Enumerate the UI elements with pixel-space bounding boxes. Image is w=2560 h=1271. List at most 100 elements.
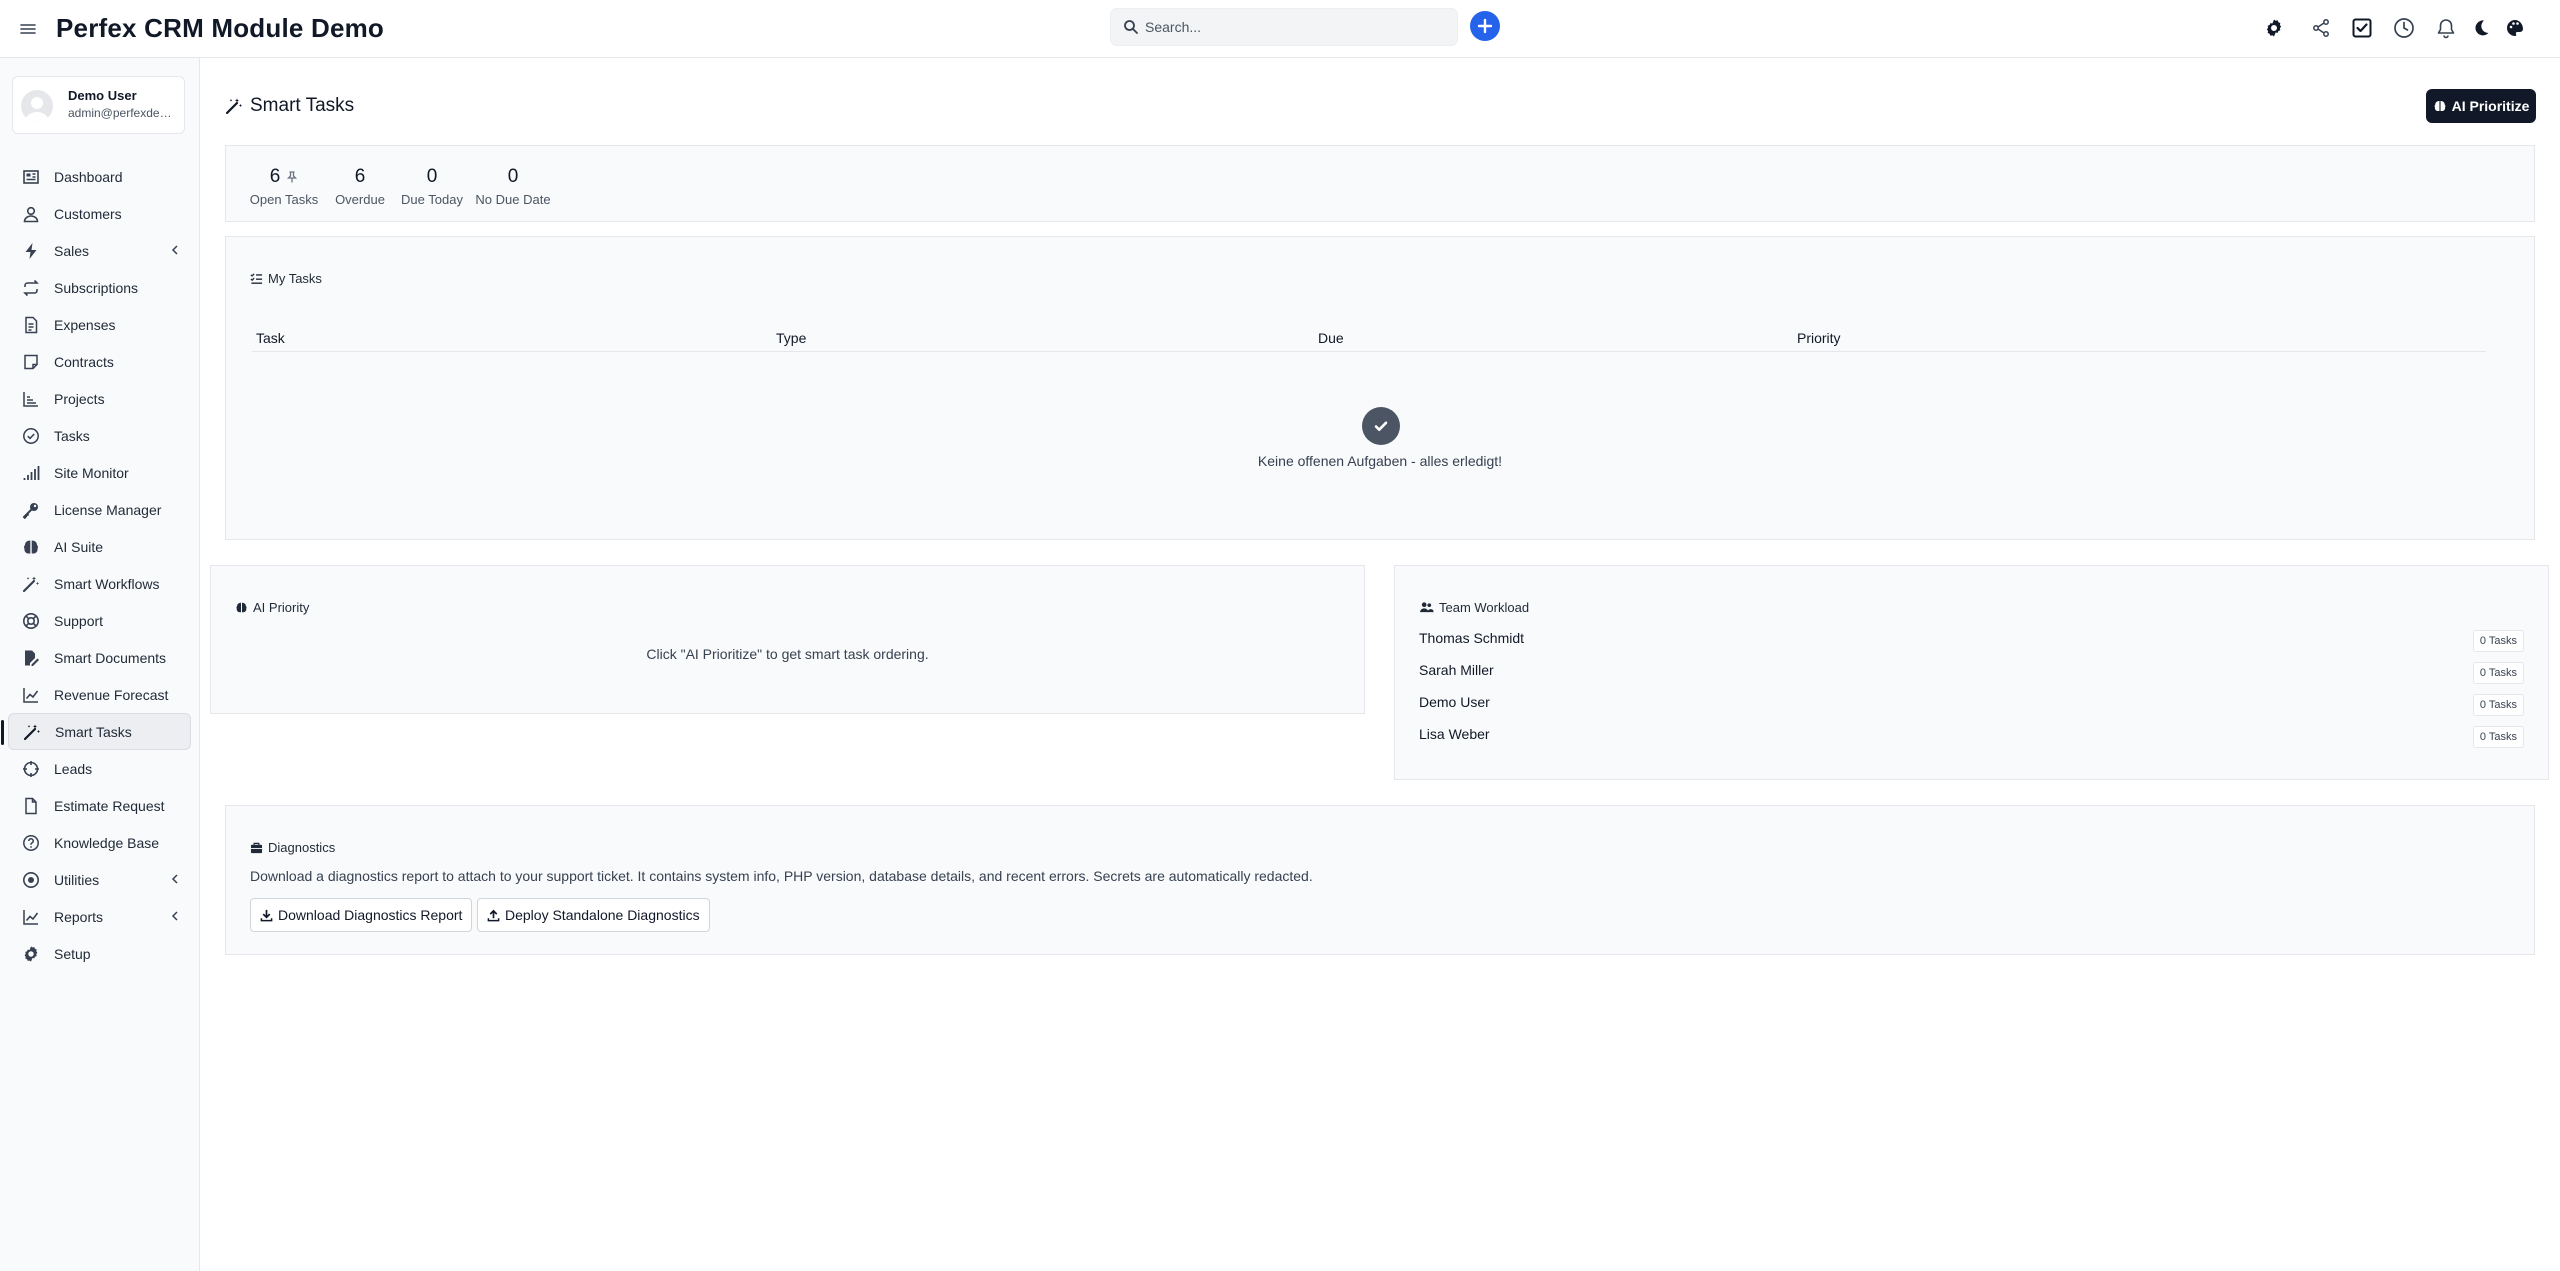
sidebar-item-contracts[interactable]: Contracts: [8, 343, 191, 380]
ai-prioritize-button[interactable]: AI Prioritize: [2426, 89, 2536, 123]
bell-icon[interactable]: [2434, 16, 2458, 40]
stat-label: Due Today: [401, 192, 463, 207]
workload-row: Demo User 0 Tasks: [1419, 694, 2524, 716]
stat-value: 0: [426, 166, 438, 187]
sidebar-item-label: Reports: [54, 908, 104, 925]
download-icon: [260, 909, 273, 921]
col-task[interactable]: Task: [256, 330, 285, 346]
sidebar-item-revenue-forecast[interactable]: Revenue Forecast: [8, 676, 191, 713]
lifebuoy-icon: [22, 612, 40, 630]
sidebar-item-subscriptions[interactable]: Subscriptions: [8, 269, 191, 306]
avatar: [21, 90, 53, 122]
sidebar-item-label: Smart Documents: [54, 649, 167, 666]
task-count-badge: 0 Tasks: [2472, 662, 2524, 684]
ai-priority-hint: Click "AI Prioritize" to get smart task …: [646, 646, 929, 662]
col-due[interactable]: Due: [1318, 330, 1344, 346]
magic-wand-icon: [225, 97, 243, 115]
dashboard-icon: [22, 168, 40, 186]
page-header: Smart Tasks: [225, 95, 354, 117]
stat-open-tasks: 6 Open Tasks: [248, 166, 320, 207]
clock-icon[interactable]: [2392, 16, 2416, 40]
panel-title: AI Priority: [253, 600, 310, 615]
stat-overdue: 6 Overdue: [330, 166, 390, 207]
sidebar: Demo User admin@perfexdemo.com Dashboard…: [0, 58, 200, 1271]
button-label: Download Diagnostics Report: [278, 907, 463, 923]
users-icon: [1420, 602, 1434, 613]
user-profile-card[interactable]: Demo User admin@perfexdemo.com: [12, 76, 185, 134]
sidebar-item-utilities[interactable]: Utilities: [8, 861, 191, 898]
diagnostics-title: Diagnostics: [250, 840, 335, 855]
key-icon: [22, 501, 40, 519]
sidebar-item-label: Contracts: [54, 353, 114, 370]
sidebar-item-label: Tasks: [54, 427, 90, 444]
sidebar-item-label: AI Suite: [54, 538, 104, 555]
workload-row: Lisa Weber 0 Tasks: [1419, 726, 2524, 748]
search-box[interactable]: [1110, 8, 1458, 46]
stat-no-due-date: 0 No Due Date: [473, 166, 553, 207]
list-check-icon: [250, 273, 263, 284]
workload-row: Thomas Schmidt 0 Tasks: [1419, 630, 2524, 652]
button-label: Deploy Standalone Diagnostics: [505, 907, 700, 923]
sidebar-item-smart-documents[interactable]: Smart Documents: [8, 639, 191, 676]
deploy-diagnostics-button[interactable]: Deploy Standalone Diagnostics: [477, 898, 710, 932]
sidebar-item-label: Setup: [54, 945, 91, 962]
col-priority[interactable]: Priority: [1797, 330, 1841, 346]
stats-panel: 6 Open Tasks 6 Overdue 0 Due Today 0 No …: [225, 145, 2535, 222]
sidebar-item-smart-workflows[interactable]: Smart Workflows: [8, 565, 191, 602]
quick-create-button[interactable]: [1470, 11, 1500, 41]
sidebar-item-site-monitor[interactable]: Site Monitor: [8, 454, 191, 491]
page-title: Smart Tasks: [250, 95, 355, 116]
check-circle-icon: [22, 427, 40, 445]
stat-due-today: 0 Due Today: [398, 166, 466, 207]
file-text-icon: [22, 316, 40, 334]
sidebar-item-estimate-request[interactable]: Estimate Request: [8, 787, 191, 824]
diagnostics-panel: Diagnostics Download a diagnostics repor…: [225, 805, 2535, 955]
sidebar-item-customers[interactable]: Customers: [8, 195, 191, 232]
col-type[interactable]: Type: [776, 330, 806, 346]
sidebar-item-label: Site Monitor: [54, 464, 129, 481]
sidebar-item-knowledge-base[interactable]: Knowledge Base: [8, 824, 191, 861]
gear-icon: [22, 945, 40, 963]
sidebar-item-label: Sales: [54, 242, 90, 259]
sidebar-item-dashboard[interactable]: Dashboard: [8, 158, 191, 195]
checkbox-icon[interactable]: [2350, 16, 2374, 40]
sidebar-item-support[interactable]: Support: [8, 602, 191, 639]
bolt-icon: [22, 242, 40, 260]
member-name: Sarah Miller: [1419, 662, 1494, 678]
sidebar-item-setup[interactable]: Setup: [8, 935, 191, 972]
sidebar-item-tasks[interactable]: Tasks: [8, 417, 191, 454]
sidebar-item-license-manager[interactable]: License Manager: [8, 491, 191, 528]
download-diagnostics-button[interactable]: Download Diagnostics Report: [250, 898, 473, 932]
workload-row: Sarah Miller 0 Tasks: [1419, 662, 2524, 684]
sidebar-item-projects[interactable]: Projects: [8, 380, 191, 417]
contract-icon: [22, 353, 40, 371]
palette-icon[interactable]: [2503, 16, 2527, 40]
sidebar-item-leads[interactable]: Leads: [8, 750, 191, 787]
magic-wand-icon: [22, 575, 40, 593]
team-workload-title: Team Workload: [1419, 600, 1529, 615]
panel-title: My Tasks: [268, 271, 322, 286]
sidebar-item-expenses[interactable]: Expenses: [8, 306, 191, 343]
gear-icon[interactable]: [2262, 16, 2286, 40]
sidebar-item-sales[interactable]: Sales: [8, 232, 191, 269]
ai-prioritize-label: AI Prioritize: [2451, 98, 2530, 114]
sidebar-item-label: License Manager: [54, 501, 162, 518]
upload-icon: [487, 909, 500, 921]
sidebar-nav: Dashboard Customers Sales Subscriptions …: [0, 158, 199, 972]
search-input[interactable]: [1145, 9, 1445, 45]
share-icon[interactable]: [2309, 16, 2333, 40]
menu-toggle-icon[interactable]: [18, 19, 38, 39]
line-chart-icon: [22, 908, 40, 926]
briefcase-icon: [250, 842, 263, 853]
sidebar-item-ai-suite[interactable]: AI Suite: [8, 528, 191, 565]
stat-label: Overdue: [335, 192, 385, 207]
signal-icon: [22, 464, 40, 482]
sidebar-item-smart-tasks[interactable]: Smart Tasks: [1, 713, 191, 750]
top-header: Perfex CRM Module Demo: [0, 0, 2560, 58]
magic-wand-icon: [23, 723, 41, 741]
file-icon: [22, 797, 40, 815]
sidebar-item-reports[interactable]: Reports: [8, 898, 191, 935]
moon-icon[interactable]: [2469, 16, 2493, 40]
chevron-left-icon: [169, 910, 181, 922]
sidebar-item-label: Subscriptions: [54, 279, 139, 296]
